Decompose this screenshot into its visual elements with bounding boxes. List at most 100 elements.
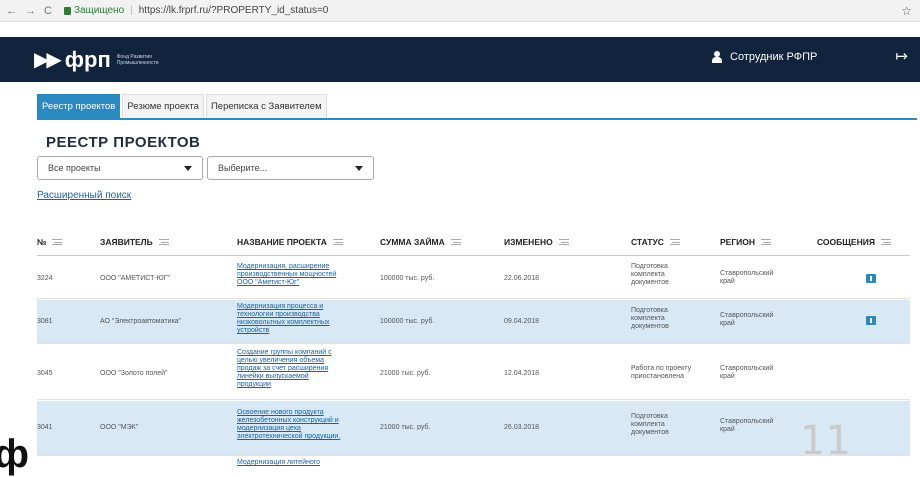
app-header: ▶▶ фрп Фонд Развития Промышленности Сотр…: [0, 37, 920, 82]
tab-project-summary[interactable]: Резюме проекта: [122, 94, 204, 118]
region-line: Ставропольский: [720, 312, 774, 319]
row-changed: 26.03.2018: [504, 424, 540, 431]
project-line: продаж за счет расширения: [237, 365, 329, 372]
message-icon[interactable]: [866, 274, 876, 283]
tab-underline: [37, 118, 917, 120]
logo-arrows-icon: ▶▶: [34, 49, 62, 71]
region-line: Ставропольский: [720, 418, 774, 425]
column-label: РЕГИОН: [720, 237, 756, 247]
user-menu[interactable]: Сотрудник РФПР: [712, 51, 817, 63]
status-line: Подготовка: [631, 307, 668, 314]
sort-icon: [332, 239, 343, 245]
projects-filter-select[interactable]: Все проекты: [37, 156, 203, 180]
sort-icon: [52, 239, 63, 245]
project-line: ООО "Аметист-Юг": [237, 279, 300, 286]
table-header: № ЗАЯВИТЕЛЬ НАЗВАНИЕ ПРОЕКТА СУММА ЗАЙМА…: [37, 230, 910, 256]
row-applicant: АО "Электроавтоматика": [100, 318, 182, 325]
row-region: Ставропольский край: [720, 312, 773, 328]
logo[interactable]: ▶▶ фрп Фонд Развития Промышленности: [34, 47, 159, 73]
column-region[interactable]: РЕГИОН: [720, 237, 772, 247]
project-line: модернизация цеха: [237, 425, 301, 432]
tab-projects-registry[interactable]: Реестр проектов: [37, 94, 121, 118]
row-amount: 21000 тыс. руб.: [380, 370, 431, 377]
project-line: Модернизация литейного: [237, 459, 321, 466]
project-line: Модернизация процесса и: [237, 303, 324, 310]
back-icon[interactable]: ←: [6, 5, 17, 17]
row-amount: 100000 тыс. руб.: [380, 275, 435, 282]
row-changed: 09.04.2018: [504, 318, 540, 325]
project-line: Модернизация, расширение: [237, 263, 330, 270]
status-line: Работа по проекту: [631, 365, 692, 372]
table-row[interactable]: 3041 ООО "МЭК" Освоение нового продукта …: [37, 401, 910, 456]
status-line: документов: [631, 323, 669, 330]
column-number[interactable]: №: [37, 237, 63, 247]
row-number: 3224: [37, 275, 53, 282]
column-label: НАЗВАНИЕ ПРОЕКТА: [237, 237, 327, 247]
row-applicant: ООО "МЭК": [100, 424, 139, 431]
column-label: СУММА ЗАЙМА: [380, 237, 445, 247]
status-line: комплекта: [631, 315, 665, 322]
column-messages[interactable]: СООБЩЕНИЯ: [817, 237, 891, 247]
table-row[interactable]: Модернизация литейного: [37, 457, 910, 469]
row-number: 3045: [37, 370, 53, 377]
row-status: Работа по проекту приостановлена: [631, 365, 691, 381]
secure-label: Защищено: [73, 5, 125, 16]
secure-indicator[interactable]: Защищено: [63, 5, 125, 16]
project-line: электротехнической продукции.: [237, 433, 341, 440]
row-status: Подготовка комплекта документов: [631, 263, 669, 287]
secondary-filter-placeholder: Выберите...: [218, 163, 268, 173]
user-name: Сотрудник РФПР: [730, 51, 818, 63]
status-line: комплекта: [631, 271, 665, 278]
column-changed[interactable]: ИЗМЕНЕНО: [504, 237, 569, 247]
reload-icon[interactable]: C: [44, 5, 52, 17]
project-line: линейки выпускаемой: [237, 373, 309, 380]
secondary-filter-select[interactable]: Выберите...: [207, 156, 374, 180]
forward-icon[interactable]: →: [25, 5, 36, 17]
column-status[interactable]: СТАТУС: [631, 237, 680, 247]
bookmark-star-icon[interactable]: ☆: [901, 4, 912, 18]
browser-toolbar: ← → C Защищено | https://lk.frprf.ru/?PR…: [0, 0, 920, 22]
browser-nav: ← → C: [0, 5, 52, 17]
address-bar[interactable]: https://lk.frprf.ru/?PROPERTY_id_status=…: [139, 5, 329, 16]
column-applicant[interactable]: ЗАЯВИТЕЛЬ: [100, 237, 169, 247]
project-line: целью увеличения объема: [237, 357, 325, 364]
column-label: СТАТУС: [631, 237, 664, 247]
status-line: приостановлена: [631, 373, 685, 380]
row-project-link[interactable]: Модернизация процесса и технологии произ…: [237, 303, 355, 335]
project-line: железобетонных конструкций и: [237, 417, 339, 424]
status-line: Подготовка: [631, 413, 668, 420]
row-project-link[interactable]: Модернизация литейного: [237, 459, 355, 467]
logout-icon[interactable]: ↦: [895, 47, 908, 65]
column-project-name[interactable]: НАЗВАНИЕ ПРОЕКТА: [237, 237, 343, 247]
table-row[interactable]: 3081 АО "Электроавтоматика" Модернизация…: [37, 300, 910, 344]
project-line: низковольтных комплектных: [237, 319, 330, 326]
row-region: Ставропольский край: [720, 270, 773, 286]
region-line: край: [720, 320, 735, 327]
sort-icon: [880, 239, 891, 245]
logo-text: фрп: [64, 46, 111, 72]
corner-letter: ф: [0, 432, 29, 476]
column-loan-amount[interactable]: СУММА ЗАЙМА: [380, 237, 461, 247]
advanced-search-link[interactable]: Расширенный поиск: [37, 190, 131, 201]
sort-icon: [558, 239, 569, 245]
chevron-down-icon: [355, 166, 363, 171]
user-icon: [712, 51, 722, 63]
status-line: документов: [631, 279, 669, 286]
table-row[interactable]: 3224 ООО "АМЕТИСТ-ЮГ" Модернизация, расш…: [37, 258, 910, 299]
row-applicant: ООО "Золото полей": [100, 370, 168, 377]
row-project-link[interactable]: Модернизация, расширение производственны…: [237, 263, 355, 287]
row-changed: 22.06.2018: [504, 275, 540, 282]
row-status: Подготовка комплекта документов: [631, 413, 669, 437]
row-number: 3081: [37, 318, 53, 325]
project-line: производственных мощностей: [237, 271, 337, 278]
row-region: Ставропольский край: [720, 418, 773, 434]
tab-applicant-correspondence[interactable]: Переписка с Заявителем: [205, 94, 327, 118]
row-project-link[interactable]: Освоение нового продукта железобетонных …: [237, 409, 361, 441]
row-region: Ставропольский край: [720, 365, 773, 381]
lock-icon: [63, 6, 71, 15]
page-title: РЕЕСТР ПРОЕКТОВ: [46, 134, 201, 151]
row-project-link[interactable]: Создание группы компаний с целью увеличе…: [237, 349, 355, 389]
message-icon[interactable]: [866, 316, 876, 325]
logo-subtitle: Фонд Развития Промышленности: [117, 54, 159, 66]
table-row[interactable]: 3045 ООО "Золото полей" Создание группы …: [37, 345, 910, 400]
